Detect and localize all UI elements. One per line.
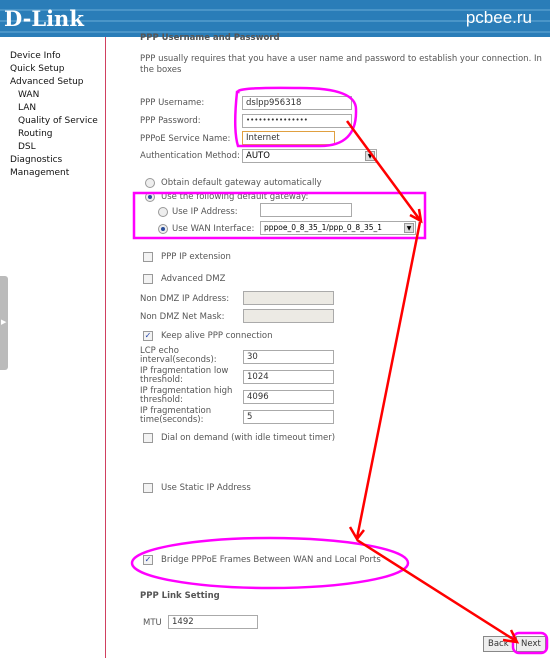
lcp-input[interactable]: 30 <box>243 350 334 364</box>
sidebar-item-management[interactable]: Management <box>10 168 69 178</box>
use-ip-radio[interactable] <box>158 207 168 217</box>
frag-high-label: IP fragmentation high threshold: <box>140 386 233 405</box>
dial-on-demand-checkbox[interactable] <box>143 433 153 443</box>
use-ip-label: Use IP Address: <box>172 207 238 217</box>
keep-alive-checkbox[interactable]: ✓ <box>143 331 153 341</box>
gateway-manual-label: Use the following default gateway: <box>161 192 309 202</box>
gateway-ip-input[interactable] <box>260 203 352 217</box>
frag-low-input[interactable]: 1024 <box>243 370 334 384</box>
static-ip-label: Use Static IP Address <box>161 483 251 493</box>
chevron-down-icon: ▼ <box>365 151 375 161</box>
advanced-dmz-checkbox[interactable] <box>143 274 153 284</box>
mtu-input[interactable]: 1492 <box>168 615 258 629</box>
sidebar-item-dsl[interactable]: DSL <box>18 142 36 152</box>
sidebar: Device Info Quick Setup Advanced Setup W… <box>0 37 106 658</box>
auth-method-label: Authentication Method: <box>140 151 240 161</box>
non-dmz-ip-label: Non DMZ IP Address: <box>140 294 230 304</box>
service-name-label: PPPoE Service Name: <box>140 134 231 144</box>
wan-interface-select[interactable]: pppoe_0_8_35_1/ppp_0_8_35_1 ▼ <box>260 221 416 235</box>
sidebar-item-routing[interactable]: Routing <box>18 129 53 139</box>
sidebar-item-advanced-setup[interactable]: Advanced Setup <box>10 77 84 87</box>
description: PPP usually requires that you have a use… <box>140 54 542 75</box>
auth-method-select[interactable]: AUTO ▼ <box>242 149 377 163</box>
sidebar-item-wan[interactable]: WAN <box>18 90 39 100</box>
ppp-link-title: PPP Link Setting <box>140 591 220 601</box>
sidebar-item-diagnostics[interactable]: Diagnostics <box>10 155 62 165</box>
arrow-2 <box>348 221 422 542</box>
use-wan-radio[interactable] <box>158 224 168 234</box>
ppp-ip-extension-label: PPP IP extension <box>161 252 231 262</box>
chevron-down-icon: ▼ <box>404 223 414 233</box>
sidebar-item-qos[interactable]: Quality of Service <box>18 116 98 126</box>
mtu-label: MTU <box>143 618 162 628</box>
dlink-logo: D-Link <box>4 6 84 31</box>
auth-method-value: AUTO <box>246 151 270 161</box>
frag-high-input[interactable]: 4096 <box>243 390 334 404</box>
gateway-manual-radio[interactable] <box>145 192 155 202</box>
service-name-input[interactable]: Internet <box>242 131 335 145</box>
gateway-auto-label: Obtain default gateway automatically <box>161 178 322 188</box>
non-dmz-mask-input[interactable] <box>243 309 334 323</box>
password-input[interactable]: ••••••••••••••• <box>242 114 352 128</box>
section-title: PPP Username and Password <box>140 33 280 41</box>
ppp-ip-extension-checkbox[interactable] <box>143 252 153 262</box>
lcp-label: LCP echo interval(seconds): <box>140 346 217 365</box>
arrow-1 <box>345 120 423 224</box>
bridge-pppoe-checkbox[interactable]: ✓ <box>143 555 153 565</box>
wan-interface-value: pppoe_0_8_35_1/ppp_0_8_35_1 <box>264 223 383 232</box>
sidebar-collapse-tab[interactable]: ▶ <box>0 276 8 370</box>
static-ip-checkbox[interactable] <box>143 483 153 493</box>
sidebar-item-quick-setup[interactable]: Quick Setup <box>10 64 65 74</box>
use-wan-label: Use WAN Interface: <box>172 224 255 234</box>
non-dmz-ip-input[interactable] <box>243 291 334 305</box>
frag-time-input[interactable]: 5 <box>243 410 334 424</box>
dial-on-demand-label: Dial on demand (with idle timeout timer) <box>161 433 336 443</box>
frag-time-label: IP fragmentation time(seconds): <box>140 406 212 425</box>
frag-low-label: IP fragmentation low threshold: <box>140 366 229 385</box>
username-input[interactable]: dslpp956318 <box>242 96 352 110</box>
bridge-pppoe-label: Bridge PPPoE Frames Between WAN and Loca… <box>161 555 381 565</box>
back-button[interactable]: Back <box>483 636 514 652</box>
chevron-right-icon: ▶ <box>1 318 7 326</box>
site-watermark: pcbee.ru <box>465 8 532 27</box>
advanced-dmz-label: Advanced DMZ <box>161 274 226 284</box>
non-dmz-mask-label: Non DMZ Net Mask: <box>140 312 225 322</box>
password-label: PPP Password: <box>140 116 201 126</box>
username-label: PPP Username: <box>140 98 205 108</box>
sidebar-item-lan[interactable]: LAN <box>18 103 36 113</box>
header-banner: D-Link pcbee.ru <box>0 0 550 37</box>
gateway-auto-radio[interactable] <box>145 178 155 188</box>
sidebar-item-device-info[interactable]: Device Info <box>10 51 61 61</box>
arrow-3 <box>356 538 520 644</box>
next-button[interactable]: Next <box>516 636 546 652</box>
keep-alive-label: Keep alive PPP connection <box>161 331 273 341</box>
